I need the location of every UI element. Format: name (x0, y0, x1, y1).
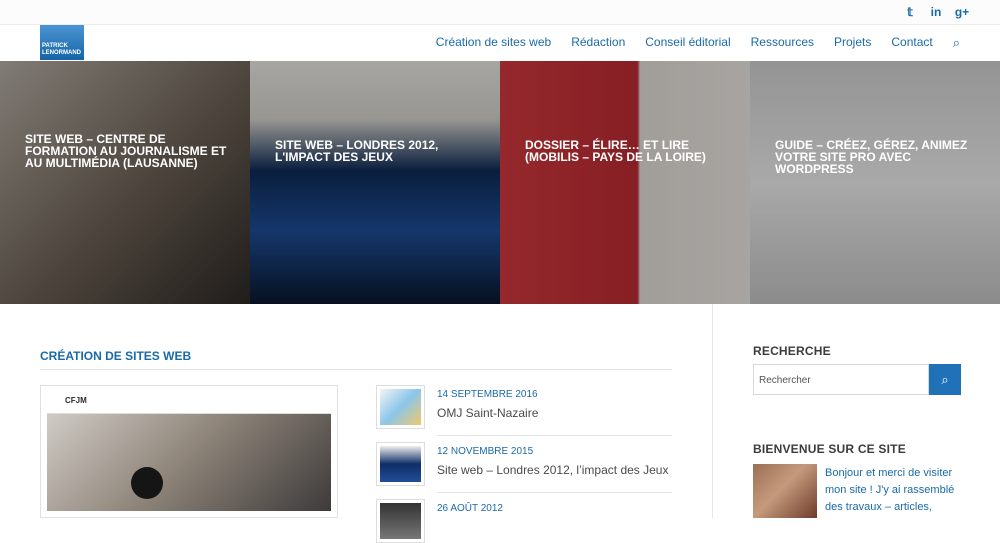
slide-title: SITE WEB – CENTRE DE FORMATION AU JOURNA… (25, 132, 227, 170)
news-title[interactable]: OMJ Saint-Nazaire (437, 406, 538, 420)
microphone-image (131, 467, 163, 499)
nav-creation-sites-web[interactable]: Création de sites web (436, 35, 551, 51)
linkedin-icon[interactable]: in (928, 4, 944, 20)
news-divider (437, 492, 672, 493)
slide-title: DOSSIER – ÉLIRE… ET LIRE (MOBILIS – PAYS… (525, 138, 706, 164)
site-header: PATRICK LENORMAND Création de sites web … (0, 25, 1000, 61)
slide-overlay (750, 61, 1000, 304)
slide-title: GUIDE – CRÉEZ, GÉREZ, ANIMEZ VOTRE SITE … (775, 138, 968, 176)
nav-ressources[interactable]: Ressources (751, 35, 814, 51)
news-date: 14 SEPTEMBRE 2016 (437, 389, 538, 400)
section-title: CRÉATION DE SITES WEB (40, 349, 192, 363)
slide-overlay (0, 61, 250, 304)
hero-slide-3[interactable]: DOSSIER – ÉLIRE… ET LIRE (MOBILIS – PAYS… (500, 61, 750, 304)
news-thumbnail (376, 499, 425, 543)
slide-overlay (250, 61, 500, 304)
twitter-icon[interactable]: 𝕥 (902, 4, 918, 20)
featured-project-image[interactable]: CFJM (40, 385, 338, 518)
nav-conseil-editorial[interactable]: Conseil éditorial (645, 35, 730, 51)
slide-overlay (500, 61, 750, 304)
hero-slide-2[interactable]: SITE WEB – LONDRES 2012, L'IMPACT DES JE… (250, 61, 500, 304)
nav-contact[interactable]: Contact (891, 35, 932, 51)
featured-logo: CFJM (65, 396, 87, 405)
hero-slide-1[interactable]: SITE WEB – CENTRE DE FORMATION AU JOURNA… (0, 61, 250, 304)
search-heading: RECHERCHE (753, 344, 831, 358)
search-input[interactable]: Rechercher (753, 364, 929, 395)
slide-title: SITE WEB – LONDRES 2012, L'IMPACT DES JE… (275, 138, 439, 164)
news-title[interactable]: Site web – Londres 2012, l’impact des Je… (437, 463, 668, 477)
news-thumbnail (376, 385, 425, 429)
search-icon[interactable]: ⌕ (953, 35, 960, 51)
section-divider (40, 369, 672, 370)
nav-projets[interactable]: Projets (834, 35, 871, 51)
news-divider (437, 435, 672, 436)
top-bar: 𝕥 in g+ (0, 0, 1000, 25)
search-button[interactable]: ⌕ (929, 364, 961, 395)
news-date: 26 AOÛT 2012 (437, 503, 503, 514)
hero-slider: SITE WEB – CENTRE DE FORMATION AU JOURNA… (0, 61, 1000, 304)
welcome-heading: BIENVENUE SUR CE SITE (753, 442, 906, 456)
featured-image-header: CFJM (47, 392, 331, 414)
nav-redaction[interactable]: Rédaction (571, 35, 625, 51)
main-nav: Création de sites web Rédaction Conseil … (436, 35, 960, 51)
avatar (753, 464, 817, 518)
welcome-text: Bonjour et merci de visiter mon site ! J… (825, 467, 955, 513)
social-links: 𝕥 in g+ (902, 4, 970, 20)
sidebar-divider (712, 304, 713, 518)
hero-slide-4[interactable]: GUIDE – CRÉEZ, GÉREZ, ANIMEZ VOTRE SITE … (750, 61, 1000, 304)
news-thumbnail (376, 442, 425, 486)
site-logo[interactable]: PATRICK LENORMAND (40, 25, 84, 60)
featured-image: CFJM (47, 392, 331, 511)
google-plus-icon[interactable]: g+ (954, 4, 970, 20)
news-date: 12 NOVEMBRE 2015 (437, 446, 534, 457)
